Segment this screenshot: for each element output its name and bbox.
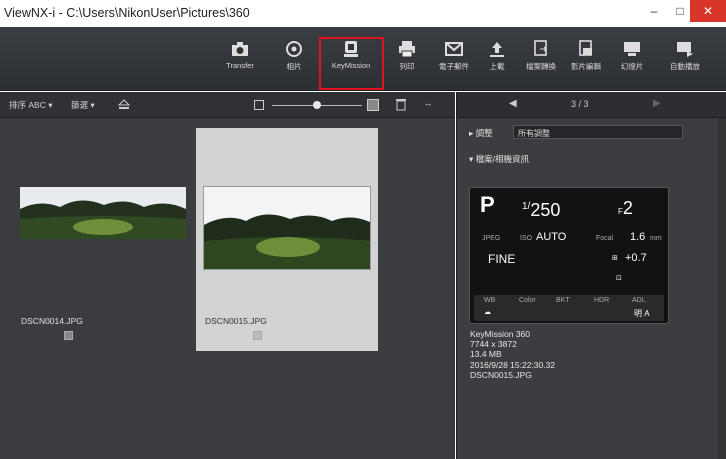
camera-model: KeyMission 360 <box>470 329 531 339</box>
settings-strip: WB Color BKT HDR ADL ☁ 明 A <box>474 295 664 321</box>
focal-label: Focal <box>596 235 614 242</box>
exposure-compensation: +0.7 <box>625 252 647 264</box>
adjust-dropdown[interactable]: 所有調整 <box>513 125 683 139</box>
print-icon <box>399 41 415 58</box>
thumbnail-image[interactable] <box>203 186 371 270</box>
thumbnail-image[interactable] <box>20 187 186 239</box>
slideshow-icon <box>624 42 640 56</box>
close-button[interactable]: ✕ <box>690 0 726 22</box>
hdr-label: HDR <box>594 297 610 304</box>
page-indicator: 3 / 3 <box>571 99 589 109</box>
sort-dropdown[interactable]: 排序 ABC ▾ <box>9 99 52 111</box>
thumbnail-filename: DSCN0015.JPG <box>205 316 267 326</box>
file-info-section-label[interactable]: ▾ 檔案/相機資訊 <box>469 153 529 165</box>
shutter-speed: 1/250 <box>522 200 561 220</box>
eject-icon[interactable] <box>118 99 130 110</box>
adl-label: ADL <box>632 297 646 304</box>
file-info-section[interactable]: ▾ 檔案/相機資訊 <box>457 147 726 169</box>
file-name: DSCN0015.JPG <box>470 369 532 380</box>
file-format: JPEG <box>482 235 501 242</box>
photo-icon <box>286 41 302 57</box>
filter-dropdown[interactable]: 篩選 ▾ <box>71 99 95 111</box>
transfer-button[interactable]: Transfer <box>220 40 260 70</box>
title-bar: ViewNX-i - C:\Users\NikonUser\Pictures\3… <box>0 0 726 27</box>
photo-button[interactable]: 相片 <box>274 40 314 72</box>
sidebar-scrollbar[interactable] <box>718 118 726 459</box>
adl-value: 明 A <box>634 309 650 318</box>
wb-cloudy-icon: ☁ <box>484 309 491 316</box>
convert-icon <box>534 40 548 56</box>
mail-icon <box>445 42 463 56</box>
shooting-mode: P <box>480 192 495 217</box>
file-size: 13.4 MB <box>470 349 502 360</box>
expand-arrows-icon[interactable]: ↔ <box>424 98 433 108</box>
panorama-badge-icon <box>64 331 73 340</box>
autoplay-icon <box>677 42 693 57</box>
exposure-comp-icon: ⊞ <box>612 255 618 262</box>
movie-edit-button[interactable]: 影片編輯 <box>566 40 606 72</box>
adjust-section-label[interactable]: ▸ 調整 <box>469 127 493 139</box>
print-button[interactable]: 列印 <box>387 40 427 72</box>
convert-button[interactable]: 檔案轉換 <box>521 40 561 72</box>
camera-info-display: P 1/250 F2 JPEG ISO AUTO Focal 1.6 mm FI… <box>469 187 669 324</box>
thumbnail-filename: DSCN0014.JPG <box>21 316 83 326</box>
iso-value: AUTO <box>536 231 567 243</box>
browser-toolbar: 排序 ABC ▾ 篩選 ▾ ↔ <box>0 92 455 118</box>
autoplay-button[interactable]: 自動播放 <box>665 40 705 72</box>
prev-image-button[interactable]: ◀ <box>509 98 517 109</box>
zoom-slider-knob[interactable] <box>313 101 321 109</box>
image-navigator: ◀ 3 / 3 ▶ <box>457 92 726 118</box>
wb-label: WB <box>484 297 496 304</box>
panorama-badge-icon <box>253 331 262 340</box>
image-dimensions: 7744 x 3872 <box>470 339 517 350</box>
aperture-value: F2 <box>618 198 633 218</box>
capture-datetime: 2016/9/28 15:22:30.32 <box>470 359 556 370</box>
upload-button[interactable]: 上載 <box>477 40 517 72</box>
zoom-in-icon[interactable] <box>367 99 379 111</box>
color-label: Color <box>519 297 536 304</box>
keymission-highlight-box <box>319 37 384 90</box>
focal-unit: mm <box>650 235 662 242</box>
zoom-out-icon[interactable] <box>254 100 264 110</box>
camera-icon <box>232 42 248 56</box>
file-metadata: KeyMission 360 7744 x 3872 13.4 MB 2016/… <box>470 329 555 380</box>
minimize-button[interactable]: – <box>640 0 668 22</box>
iso-label: ISO <box>520 235 533 242</box>
slideshow-button[interactable]: 幻燈片 <box>612 40 652 72</box>
window-title: ViewNX-i - C:\Users\NikonUser\Pictures\3… <box>4 6 250 20</box>
adjust-section[interactable]: ▸ 調整 所有調整 <box>457 121 726 143</box>
focal-value: 1.6 <box>630 231 646 243</box>
email-button[interactable]: 電子郵件 <box>434 40 474 72</box>
trash-icon[interactable] <box>396 98 406 111</box>
movie-edit-icon <box>579 40 592 56</box>
upload-icon <box>490 42 504 57</box>
metering-icon: ⊡ <box>616 275 622 282</box>
next-image-button[interactable]: ▶ <box>653 98 661 109</box>
image-quality: FINE <box>488 252 516 266</box>
bkt-label: BKT <box>556 297 570 304</box>
